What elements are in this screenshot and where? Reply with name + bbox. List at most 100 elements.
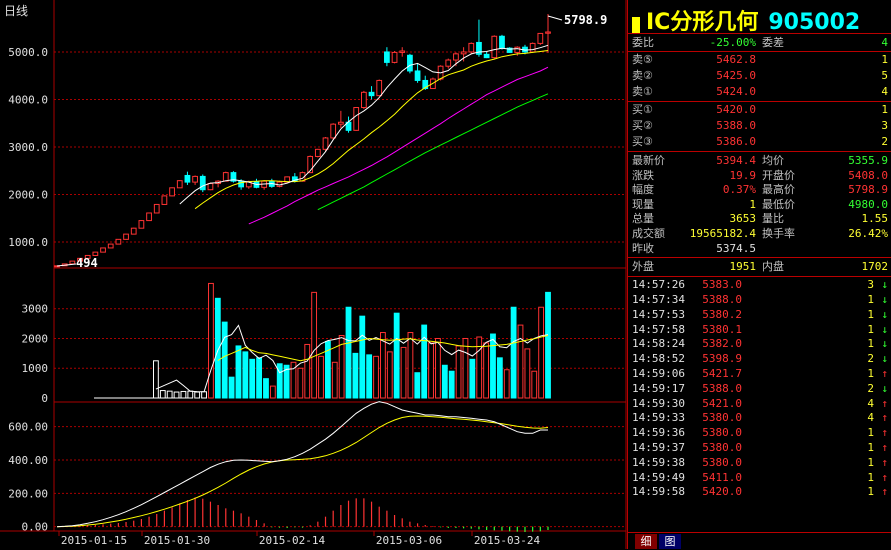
tab-chart[interactable]: 图: [659, 534, 681, 549]
volume-tick-label: 0: [41, 392, 48, 405]
candle-body: [176, 180, 183, 189]
stat-label: 量比: [762, 212, 784, 226]
candle-body: [468, 42, 475, 53]
bid-row[interactable]: 买① 5420.0 1: [628, 103, 890, 117]
volume-bar: [359, 315, 366, 399]
tick-price: 5382.0: [702, 337, 742, 351]
bid-label: 买②: [632, 119, 653, 132]
weibi-label: 委比: [632, 36, 654, 49]
ma5-line: [179, 44, 549, 205]
ask-row[interactable]: 卖① 5424.0 4: [628, 85, 890, 99]
tick-price: 5380.0: [702, 426, 742, 440]
arrow-up-icon: ↑: [881, 367, 888, 380]
stat-label: 最新价: [632, 154, 665, 167]
arrow-down-icon: ↓: [881, 337, 888, 351]
bid-volume: 3: [881, 119, 888, 132]
stat-row: 总量 3653 量比 1.55: [628, 212, 890, 226]
stat-value: 19.9: [729, 168, 757, 182]
tick-price: 5420.0: [702, 485, 742, 499]
panel-tabs: 细图: [627, 532, 891, 550]
tick-time: 14:57:53: [632, 307, 685, 321]
stat-value: 3653: [729, 212, 757, 226]
candle-body: [384, 51, 390, 63]
volume-bar: [428, 342, 434, 399]
candle-body: [453, 53, 459, 61]
arrow-up-icon: ↑: [881, 441, 888, 454]
volume-bar: [269, 385, 276, 399]
weicha-label: 委差: [762, 36, 784, 49]
tick-row: 14:57:34 5388.0 1 ↓: [628, 293, 890, 308]
bid-row[interactable]: 买③ 5386.0 2: [628, 135, 890, 149]
volume-bar: [448, 370, 455, 399]
stat-row: 成交额 19565182.4 换手率 26.42%: [628, 227, 890, 241]
bid-label: 买③: [632, 135, 653, 148]
volume-tick-label: 2000: [22, 332, 49, 345]
stat-value: 5408.0: [848, 168, 888, 182]
candle-body: [115, 238, 122, 245]
volume-bar: [201, 391, 207, 399]
volume-bar: [455, 345, 462, 399]
stat-value: 4980.0: [848, 197, 888, 211]
tick-price: 5380.1: [702, 322, 742, 336]
panel-divider: [628, 51, 891, 52]
tick-row: 14:59:30 5421.0 4 ↑: [628, 397, 890, 412]
candle-body: [407, 54, 413, 72]
stat-value: 1.55: [861, 212, 889, 226]
tick-row: 14:59:58 5420.0 1 ↑: [628, 485, 890, 500]
volume-bar: [386, 351, 393, 399]
instrument-code: 905002: [768, 10, 861, 35]
tick-volume: 1: [867, 322, 874, 336]
price-tick-label: 3000.0: [8, 141, 48, 154]
stat-row: 涨跌 19.9 开盘价 5408.0: [628, 169, 890, 183]
tick-volume: 1: [867, 426, 874, 440]
bid-volume: 2: [881, 135, 888, 148]
outer-label: 外盘: [632, 260, 654, 274]
ask-volume: 5: [881, 69, 888, 82]
candle-body: [353, 107, 360, 131]
tab-detail[interactable]: 细: [635, 534, 657, 549]
tick-volume: 1: [867, 441, 874, 454]
tick-price: 5380.2: [702, 307, 742, 321]
candle-body: [153, 203, 160, 214]
tick-volume: 1: [867, 485, 874, 499]
candle-body: [545, 31, 551, 34]
ask-price: 5425.0: [716, 69, 756, 82]
tick-volume: 1: [867, 455, 874, 469]
volume-bar: [318, 355, 324, 399]
inner-label: 内盘: [762, 260, 784, 274]
volume-bar: [331, 361, 338, 399]
bid-row[interactable]: 买② 5388.0 3: [628, 119, 890, 133]
ask-row[interactable]: 卖② 5425.0 5: [628, 69, 890, 83]
ask-volume: 4: [881, 85, 888, 98]
volume-bar: [159, 390, 166, 399]
arrow-up-icon: ↑: [881, 396, 888, 410]
volume-bar: [407, 332, 414, 399]
volume-bar: [469, 358, 476, 399]
ask-row[interactable]: 卖⑤ 5462.8 1: [628, 53, 890, 67]
stat-label: 均价: [762, 154, 784, 167]
stat-label: 开盘价: [762, 168, 795, 182]
arrow-down-icon: ↓: [881, 322, 888, 336]
candle-body: [161, 195, 168, 205]
stat-row: 现量 1 最低价 4980.0: [628, 198, 890, 212]
tick-time: 14:59:49: [632, 470, 685, 484]
volume-bar: [187, 390, 194, 399]
ma20-line: [248, 66, 549, 225]
tick-time: 14:59:38: [632, 455, 685, 469]
tick-row: 14:59:38 5380.0 1 ↑: [628, 456, 890, 471]
volume-bar: [263, 378, 269, 399]
candle-body: [107, 243, 114, 249]
instrument-header: IC分形几何 905002: [632, 4, 861, 35]
tick-price: 5388.0: [702, 293, 742, 306]
candle-body: [69, 260, 76, 265]
panel-divider: [628, 101, 891, 102]
candle-body: [138, 220, 145, 229]
tick-time: 14:59:37: [632, 441, 685, 454]
panel-divider: [628, 257, 891, 259]
price-tick-label: 5000.0: [8, 46, 48, 59]
kline-chart-area[interactable]: 日线 5000.0 4000.0 3000.0 2000.0 1000.0 5798.9 49…: [0, 0, 627, 549]
tick-volume: 4: [867, 396, 874, 410]
volume-bar: [153, 360, 159, 399]
volume-bar: [414, 372, 421, 399]
stat-value: 5355.9: [848, 154, 888, 167]
